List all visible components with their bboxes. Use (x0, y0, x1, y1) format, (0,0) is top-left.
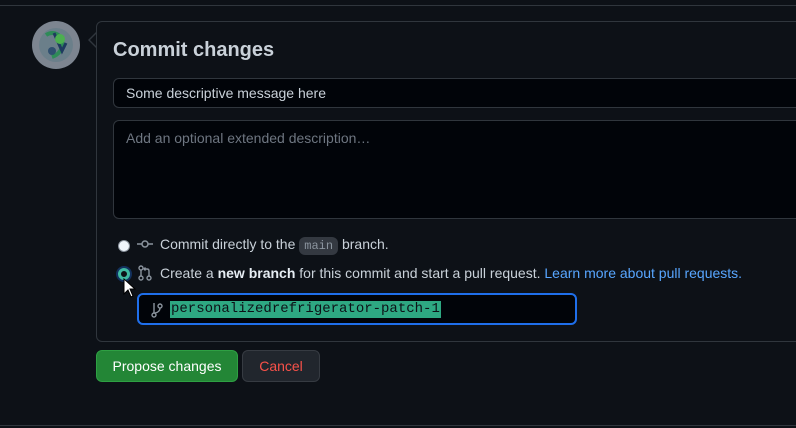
commit-direct-label: Commit directly to the main branch. (160, 236, 389, 255)
git-pull-request-icon (138, 265, 152, 281)
git-commit-icon (137, 240, 153, 248)
user-avatar[interactable] (32, 21, 80, 69)
new-branch-bold: new branch (217, 265, 296, 281)
main-branch-code: main (299, 237, 339, 255)
avatar-image (32, 21, 80, 69)
pull-requests-help-link[interactable]: Learn more about pull requests. (544, 265, 742, 281)
commit-description-textarea[interactable]: Add an optional extended description… (113, 120, 796, 219)
propose-changes-button[interactable]: Propose changes (96, 350, 238, 382)
cancel-button[interactable]: Cancel (242, 350, 320, 382)
branch-name-input[interactable]: personalizedrefrigerator-patch-1 (137, 293, 577, 325)
commit-direct-prefix: Commit directly to the (160, 236, 296, 252)
new-branch-suffix: for this commit and start a pull request… (299, 265, 541, 281)
mouse-pointer-icon (123, 278, 137, 298)
top-divider (0, 0, 796, 6)
new-branch-prefix: Create a (160, 265, 214, 281)
commit-direct-suffix: branch. (341, 236, 389, 252)
commit-direct-radio[interactable] (118, 240, 130, 252)
new-branch-label: Create a new branch for this commit and … (160, 265, 742, 281)
bottom-divider (0, 425, 796, 426)
commit-title: Commit changes (113, 39, 275, 61)
git-branch-icon (151, 303, 163, 318)
commit-summary-input[interactable]: Some descriptive message here (113, 78, 796, 108)
branch-name-value: personalizedrefrigerator-patch-1 (170, 301, 441, 318)
